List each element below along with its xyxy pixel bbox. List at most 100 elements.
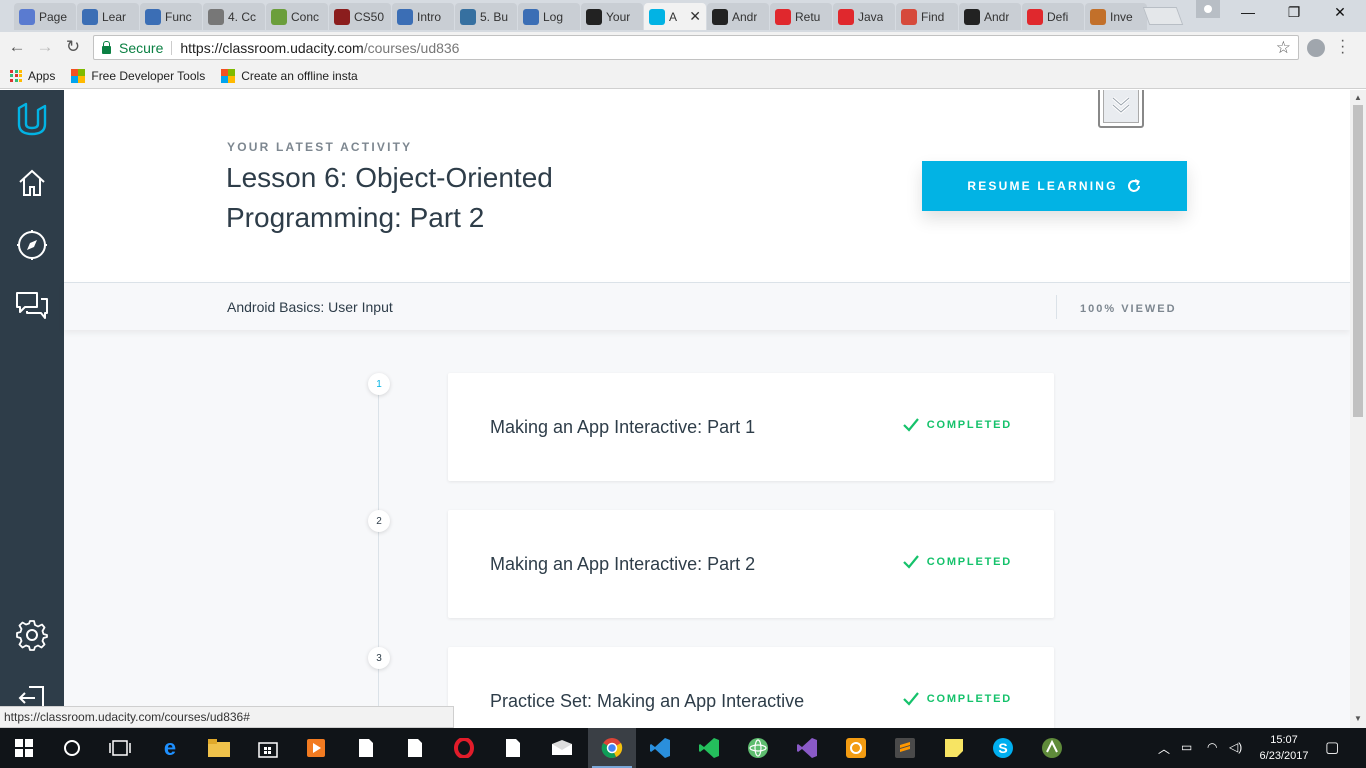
document-icon[interactable] (501, 736, 525, 760)
oracle-icon (838, 8, 854, 25)
apps-grid-icon (10, 69, 22, 82)
browser-tab[interactable]: Lear (77, 3, 139, 30)
settings-gear-icon[interactable] (14, 617, 50, 653)
system-clock[interactable]: 15:07 6/23/2017 (1254, 732, 1314, 764)
bookmark-create-offline[interactable]: Create an offline insta (221, 68, 358, 83)
task-view-icon[interactable] (108, 736, 132, 760)
back-arrow-icon[interactable]: ← (6, 37, 28, 57)
opera-icon[interactable] (452, 736, 476, 760)
restore-button[interactable]: ❐ (1271, 4, 1317, 21)
concept-title: Practice Set: Making an App Interactive (490, 691, 805, 711)
concept-title: Making an App Interactive: Part 2 (490, 554, 756, 574)
tray-expand-icon[interactable]: ︿ (1158, 740, 1170, 757)
wifi-icon[interactable]: ◠ (1207, 740, 1217, 754)
concept-card-1[interactable]: Making an App Interactive: Part 1 COMPLE… (448, 373, 1054, 481)
scroll-up-arrow-icon[interactable]: ▲ (1354, 93, 1362, 102)
tab-label: Your (606, 9, 631, 24)
minimize-button[interactable]: — (1225, 4, 1271, 20)
page-scrollbar[interactable]: ▲ ▼ (1350, 90, 1366, 728)
document-icon[interactable] (403, 736, 427, 760)
scroll-thumb[interactable] (1353, 105, 1363, 417)
close-window-button[interactable]: ✕ (1317, 4, 1363, 21)
new-tab-button[interactable] (1142, 7, 1184, 25)
forward-arrow-icon[interactable]: → (34, 37, 56, 57)
skype-icon[interactable]: S (991, 736, 1015, 760)
browser-tab[interactable]: Java (833, 3, 895, 30)
tab-label: Lear (102, 9, 127, 24)
edge-browser-icon[interactable]: e (158, 735, 182, 760)
gear-page-icon (19, 8, 35, 25)
browser-tab[interactable]: Your (581, 3, 643, 30)
vscode-icon[interactable] (648, 736, 672, 760)
browser-tab[interactable]: Find (896, 3, 958, 30)
browser-tab[interactable]: Andr (707, 3, 769, 30)
checkmark-icon (902, 555, 919, 569)
android-studio-icon[interactable] (1040, 736, 1064, 760)
browser-tab[interactable]: Conc (266, 3, 328, 30)
lock-icon (102, 40, 111, 54)
tab-label: Log (543, 9, 564, 24)
browser-tab[interactable]: A ✕ (644, 3, 706, 30)
orange-app-icon[interactable] (844, 736, 868, 760)
chrome-icon[interactable] (600, 736, 624, 760)
sublime-text-icon[interactable] (893, 736, 917, 760)
tab-label: Find (921, 9, 945, 24)
concept-title: Making an App Interactive: Part 1 (490, 417, 756, 437)
file-explorer-icon[interactable] (207, 736, 231, 760)
profile-icon[interactable] (1196, 0, 1220, 18)
battery-icon[interactable]: ▭ (1181, 740, 1192, 754)
browser-tab[interactable]: 4. Cc (203, 3, 265, 30)
bookmark-free-developer-tools[interactable]: Free Developer Tools (71, 68, 205, 83)
reload-icon[interactable]: ↻ (62, 37, 84, 57)
lesson-title[interactable]: Lesson 6: Object-Oriented Programming: P… (226, 158, 646, 238)
media-player-icon[interactable] (304, 736, 328, 760)
course-info-bar: Android Basics: User Input 100% VIEWED (64, 282, 1350, 330)
browser-tab[interactable]: Andr (959, 3, 1021, 30)
github-icon (964, 8, 980, 25)
browser-tab[interactable]: Log (518, 3, 580, 30)
notifications-icon[interactable]: ▢ (1325, 738, 1339, 756)
browser-tab[interactable]: Inve (1085, 3, 1147, 30)
concept-card-2[interactable]: Making an App Interactive: Part 2 COMPLE… (448, 510, 1054, 618)
document-icon (397, 8, 413, 25)
browser-tab[interactable]: Defi (1022, 3, 1084, 30)
bookmark-star-icon[interactable]: ☆ (1276, 38, 1291, 58)
browser-tab[interactable]: CS50 (329, 3, 391, 30)
browser-tab[interactable]: Page (14, 3, 76, 30)
tab-label: 5. Bu (480, 9, 509, 24)
sticky-notes-icon[interactable] (942, 736, 966, 760)
browser-tab[interactable]: Retu (770, 3, 832, 30)
browser-tab[interactable]: Intro (392, 3, 454, 30)
browser-tab[interactable]: Func (140, 3, 202, 30)
store-icon[interactable] (256, 736, 280, 760)
compass-icon[interactable] (14, 227, 50, 263)
scroll-down-arrow-icon[interactable]: ▼ (1354, 714, 1362, 723)
step-number-3: 3 (368, 647, 390, 669)
document-icon (145, 8, 161, 25)
close-tab-icon[interactable]: ✕ (687, 8, 701, 25)
python-icon (460, 8, 476, 25)
volume-icon[interactable]: ◁) (1229, 740, 1242, 754)
url-path: /courses/ud836 (363, 39, 460, 56)
home-icon[interactable] (14, 165, 50, 201)
windows-start-icon[interactable] (12, 736, 36, 760)
address-bar[interactable]: Secure https://classroom.udacity.com/cou… (93, 35, 1299, 60)
bookmark-apps[interactable]: Apps (10, 69, 55, 83)
resume-learning-button[interactable]: RESUME LEARNING (922, 161, 1187, 211)
extension-icon[interactable] (1307, 39, 1325, 57)
concept-card-3[interactable]: Practice Set: Making an App Interactive … (448, 647, 1054, 728)
microsoft-logo-icon (221, 68, 236, 83)
vs-code-insiders-icon[interactable] (697, 736, 721, 760)
visual-studio-icon[interactable] (795, 736, 819, 760)
overlay-widget-icon[interactable] (1098, 90, 1144, 128)
chat-bubbles-icon[interactable] (14, 289, 50, 325)
course-name[interactable]: Android Basics: User Input (227, 299, 393, 315)
browser-tab[interactable]: 5. Bu (455, 3, 517, 30)
bookmarks-bar: Apps Free Developer Tools Create an offl… (0, 63, 1366, 89)
mail-icon[interactable] (550, 736, 574, 760)
document-icon[interactable] (354, 736, 378, 760)
atom-icon[interactable] (746, 736, 770, 760)
udacity-logo-icon[interactable] (14, 102, 50, 138)
cortana-search-icon[interactable] (60, 736, 84, 760)
chrome-menu-icon[interactable]: · · · (1340, 33, 1345, 61)
